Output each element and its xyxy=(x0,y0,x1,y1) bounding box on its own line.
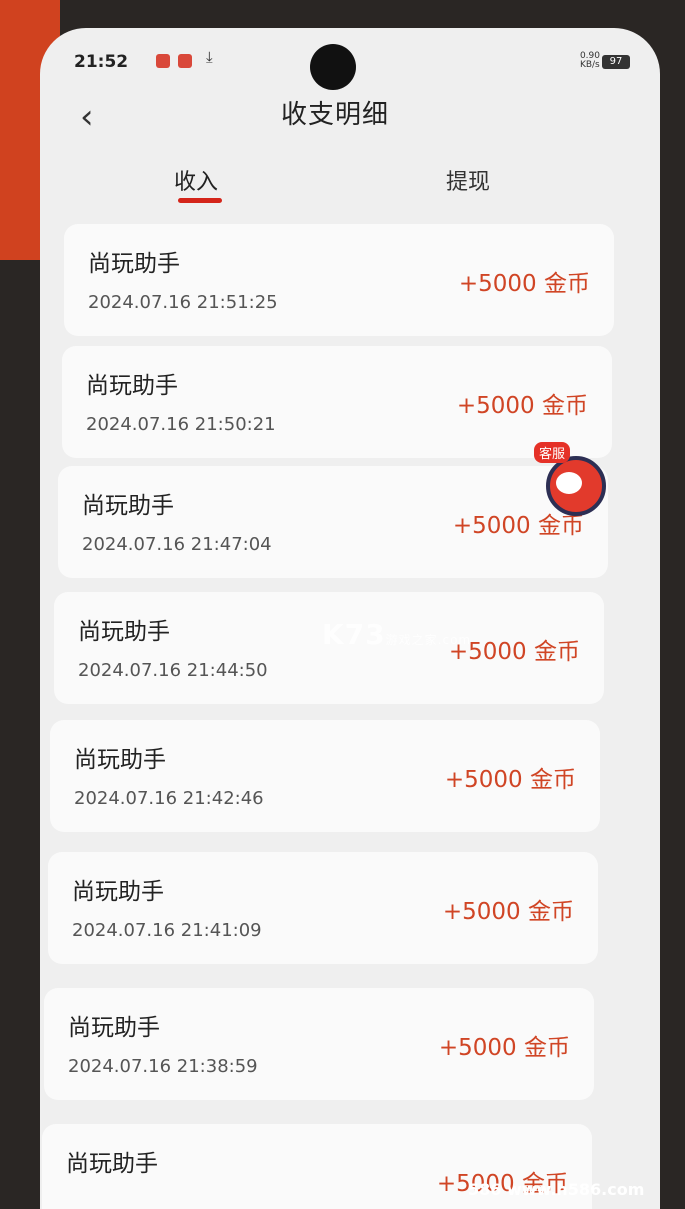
record-time: 2024.07.16 21:44:50 xyxy=(78,660,268,681)
record-item[interactable]: 尚玩助手 2024.07.16 21:41:09 +5000 金币 xyxy=(48,852,598,964)
record-amount: +5000 金币 xyxy=(458,271,590,297)
customer-service-label: 客服 xyxy=(534,442,571,463)
record-amount: +5000 金币 xyxy=(438,1035,570,1061)
record-item[interactable]: 尚玩助手 2024.07.16 21:42:46 +5000 金币 xyxy=(50,720,600,832)
record-amount: +5000 金币 xyxy=(442,899,574,925)
tab-withdraw[interactable]: 提现 xyxy=(446,164,490,196)
record-time: 2024.07.16 21:38:59 xyxy=(68,1056,258,1077)
record-amount: +5000 金币 xyxy=(456,393,588,419)
record-source: 尚玩助手 xyxy=(82,493,174,519)
record-time: 2024.07.16 21:42:46 xyxy=(74,788,264,809)
customer-service-button[interactable]: 客服 xyxy=(534,442,616,522)
record-source: 尚玩助手 xyxy=(72,879,164,905)
front-camera xyxy=(310,44,356,90)
k73-watermark: K73游戏之家.com xyxy=(322,618,472,651)
record-time: 2024.07.16 21:41:09 xyxy=(72,920,262,941)
record-item[interactable]: 尚玩助手 2024.07.16 21:50:21 +5000 金币 xyxy=(62,346,612,458)
record-source: 尚玩助手 xyxy=(68,1015,160,1041)
record-source: 尚玩助手 xyxy=(74,747,166,773)
active-tab-indicator xyxy=(178,198,222,203)
record-source: 尚玩助手 xyxy=(78,619,170,645)
status-time: 21:52 xyxy=(74,52,129,72)
footer-watermark: 586 www.h586.com xyxy=(468,1180,645,1199)
network-speed: 0.90 KB/s xyxy=(579,51,600,70)
record-time: 2024.07.16 21:50:21 xyxy=(86,414,276,435)
record-item[interactable]: 尚玩助手 2024.07.16 21:38:59 +5000 金币 xyxy=(44,988,594,1100)
download-icon: ⤓ xyxy=(206,48,213,66)
record-source: 尚玩助手 xyxy=(66,1151,158,1177)
avatar-face xyxy=(556,472,582,494)
battery-icon: 97 xyxy=(602,55,630,69)
notification-app-icon xyxy=(156,54,170,68)
app-screen: 21:52 ⤓ 0.90 KB/s 97 ‹ 收支明细 收入 提现 尚玩助手 2… xyxy=(40,28,660,1209)
record-source: 尚玩助手 xyxy=(88,251,180,277)
notification-app-icon xyxy=(178,54,192,68)
record-item[interactable]: 尚玩助手 2024.07.16 21:47:04 +5000 金币 xyxy=(58,466,608,578)
page-title: 收支明细 xyxy=(280,100,389,130)
record-source: 尚玩助手 xyxy=(86,373,178,399)
record-time: 2024.07.16 21:51:25 xyxy=(88,292,278,313)
record-item[interactable]: 尚玩助手 2024.07.16 21:51:25 +5000 金币 xyxy=(64,224,614,336)
record-amount: +5000 金币 xyxy=(444,767,576,793)
tab-income[interactable]: 收入 xyxy=(174,164,218,196)
status-bar: 21:52 ⤓ 0.90 KB/s 97 xyxy=(40,28,660,90)
record-time: 2024.07.16 21:47:04 xyxy=(82,534,272,555)
